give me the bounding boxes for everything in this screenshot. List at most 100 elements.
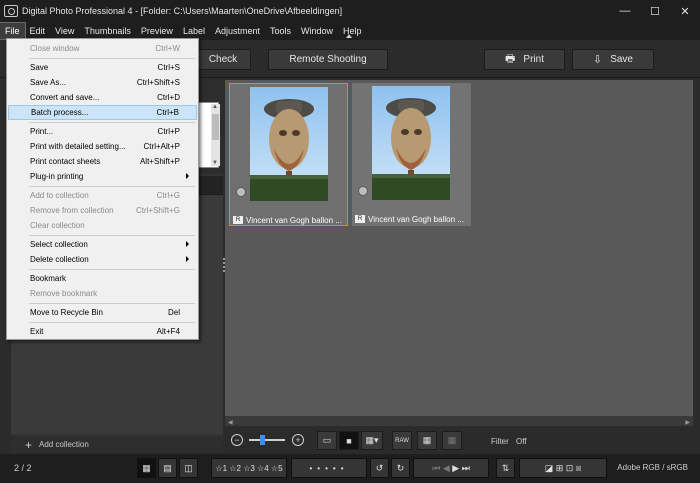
last-image-icon[interactable]: ⏭ xyxy=(462,463,470,474)
remote-shooting-button[interactable]: Remote Shooting xyxy=(268,49,388,70)
menu-item-close-window[interactable]: Close window Ctrl+W xyxy=(8,41,197,56)
submenu-arrow-icon xyxy=(186,256,189,262)
label-dots-group[interactable]: ••••• xyxy=(291,458,367,478)
menu-item-print-contact-sheets[interactable]: Print contact sheets Alt+Shift+P xyxy=(8,154,197,169)
print-button[interactable]: 🖶 Print xyxy=(484,49,565,70)
pin-icon[interactable] xyxy=(346,34,352,38)
menu-item-save-as[interactable]: Save As... Ctrl+Shift+S xyxy=(8,75,197,90)
horizontal-scrollbar[interactable]: ◀ ▶ xyxy=(225,416,693,426)
scroll-left-icon[interactable]: ◀ xyxy=(228,419,233,426)
zoom-out-button[interactable]: − xyxy=(231,434,243,446)
menu-item-shortcut: Del xyxy=(167,308,180,317)
zoom-in-button[interactable]: + xyxy=(292,434,304,446)
zoom-slider[interactable] xyxy=(249,439,285,441)
thumbnail-area: R Vincent van Gogh ballon ... R Vincent … xyxy=(225,80,693,416)
first-image-icon[interactable]: ⏮ xyxy=(432,463,440,474)
menu-item-label: Clear collection xyxy=(30,221,85,230)
rotate-right-button[interactable]: ↻ xyxy=(391,458,410,478)
add-collection-button[interactable]: + Add collection xyxy=(11,436,223,453)
folder-scroll-thumb[interactable] xyxy=(212,114,219,140)
thumb-size-medium-button[interactable]: ■ xyxy=(339,431,359,450)
thumbnail-item-1[interactable]: R Vincent van Gogh ballon ... xyxy=(229,83,348,226)
star-2-button[interactable]: ☆ xyxy=(229,464,236,473)
previous-image-icon[interactable]: ◀ xyxy=(443,463,450,474)
star-1-button[interactable]: ☆ xyxy=(215,464,222,473)
star-2-label: 2 xyxy=(236,463,241,473)
menu-item-label: Move to Recycle Bin xyxy=(30,308,103,317)
menu-item-remove-bookmark[interactable]: Remove bookmark xyxy=(8,286,197,301)
navigation-group: ⏮ ◀ ▶ ⏭ xyxy=(413,458,489,478)
rotate-left-button[interactable]: ↺ xyxy=(370,458,389,478)
menu-separator xyxy=(29,58,195,59)
menu-item-plugin-printing[interactable]: Plug-in printing xyxy=(8,169,197,184)
menu-item-delete-collection[interactable]: Delete collection xyxy=(8,252,197,267)
menu-item-label: Exit xyxy=(30,327,44,336)
menu-item-print-detailed[interactable]: Print with detailed setting... Ctrl+Alt+… xyxy=(8,139,197,154)
zoom-slider-knob[interactable] xyxy=(260,435,265,445)
star-3-button[interactable]: ☆ xyxy=(243,464,250,473)
camera-icon[interactable]: ◙ xyxy=(576,463,581,473)
dust-delete-icon[interactable]: ⊡ xyxy=(566,463,574,474)
print-label: Print xyxy=(523,54,544,65)
menu-window[interactable]: Window xyxy=(296,23,338,39)
menu-item-shortcut: Ctrl+S xyxy=(157,63,180,72)
filter-value[interactable]: Off xyxy=(516,437,527,446)
menu-help[interactable]: Help xyxy=(338,23,367,39)
menu-item-batch-process[interactable]: Batch process... Ctrl+B xyxy=(8,105,197,120)
close-button[interactable]: ✕ xyxy=(670,0,700,22)
menu-item-add-to-collection[interactable]: Add to collection Ctrl+G xyxy=(8,188,197,203)
menu-file[interactable]: File xyxy=(0,22,26,40)
menu-item-select-collection[interactable]: Select collection xyxy=(8,237,197,252)
star-rating-group: ☆ 1 ☆ 2 ☆ 3 ☆ 4 ☆ 5 xyxy=(211,458,287,478)
minimize-button[interactable]: — xyxy=(610,0,640,22)
menu-item-label: Print with detailed setting... xyxy=(30,142,126,151)
menu-preview[interactable]: Preview xyxy=(136,23,178,39)
star-4-button[interactable]: ☆ xyxy=(257,464,264,473)
menu-tools[interactable]: Tools xyxy=(265,23,296,39)
menu-separator xyxy=(29,235,195,236)
menu-thumbnails[interactable]: Thumbnails xyxy=(79,23,136,39)
menu-item-clear-collection[interactable]: Clear collection xyxy=(8,218,197,233)
menu-item-shortcut: Ctrl+B xyxy=(156,108,179,117)
vertical-scrollbar[interactable] xyxy=(693,80,700,426)
preview-view-button[interactable]: ◫ xyxy=(179,458,198,478)
scroll-right-icon[interactable]: ▶ xyxy=(685,419,690,426)
thumbnail-view-button[interactable]: ▦ xyxy=(137,458,156,478)
list-view-button[interactable]: ▤ xyxy=(158,458,177,478)
star-1-label: 1 xyxy=(222,463,228,473)
star-5-button[interactable]: ☆ xyxy=(271,464,278,473)
menu-item-bookmark[interactable]: Bookmark xyxy=(8,271,197,286)
compare-view-button[interactable]: ▦ xyxy=(442,431,462,450)
menu-item-print[interactable]: Print... Ctrl+P xyxy=(8,124,197,139)
raw-badge: R xyxy=(233,216,243,224)
adjust-tool-button[interactable]: ⇅ xyxy=(496,458,515,478)
menu-item-exit[interactable]: Exit Alt+F4 xyxy=(8,324,197,339)
menu-item-remove-from-collection[interactable]: Remove from collection Ctrl+Shift+G xyxy=(8,203,197,218)
menu-item-convert-and-save[interactable]: Convert and save... Ctrl+D xyxy=(8,90,197,105)
next-image-icon[interactable]: ▶ xyxy=(452,463,459,474)
thumb-size-large-button[interactable]: ▦▾ xyxy=(361,431,383,450)
menu-view[interactable]: View xyxy=(50,23,79,39)
menu-edit[interactable]: Edit xyxy=(25,23,51,39)
edit-status-icon xyxy=(236,187,246,197)
menu-label[interactable]: Label xyxy=(178,23,210,39)
thumbnail-item-2[interactable]: R Vincent van Gogh ballon ... xyxy=(352,83,471,226)
raw-filter-button[interactable]: RAW xyxy=(392,431,412,450)
histogram-icon[interactable]: ◪ xyxy=(545,463,554,474)
preview-view-icon: ◫ xyxy=(184,462,193,473)
save-label: Save xyxy=(610,54,633,65)
menu-item-shortcut: Ctrl+Shift+S xyxy=(136,78,180,87)
menu-item-shortcut: Ctrl+Alt+P xyxy=(143,142,180,151)
grid-view-button[interactable]: ▦ xyxy=(417,431,437,450)
menu-item-label: Convert and save... xyxy=(30,93,100,102)
menu-item-move-to-recycle-bin[interactable]: Move to Recycle Bin Del xyxy=(8,305,197,320)
thumb-size-small-button[interactable]: ▭ xyxy=(317,431,337,450)
crop-icon[interactable]: ⊞ xyxy=(556,463,564,474)
menu-item-save[interactable]: Save Ctrl+S xyxy=(8,60,197,75)
title-bar: Digital Photo Professional 4 - [Folder: … xyxy=(0,0,700,22)
edit-status-icon xyxy=(358,186,368,196)
menu-adjustment[interactable]: Adjustment xyxy=(210,23,265,39)
save-button[interactable]: ⇩ Save xyxy=(572,49,654,70)
check-button[interactable]: Check xyxy=(195,49,251,70)
maximize-button[interactable]: ☐ xyxy=(640,0,670,22)
